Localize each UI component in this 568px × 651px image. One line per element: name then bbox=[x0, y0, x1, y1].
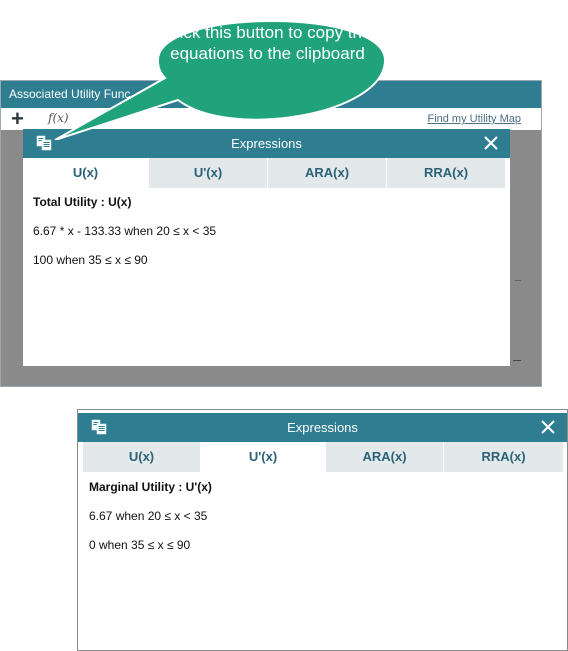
expression-label: Marginal Utility : U'(x) bbox=[89, 480, 212, 494]
tab-ux[interactable]: U(x) bbox=[23, 158, 148, 188]
copy-clipboard-icon[interactable] bbox=[90, 418, 108, 436]
callout-text: Click this button to copy the equations … bbox=[163, 23, 372, 63]
equation-line: 100 when 35 ≤ x ≤ 90 bbox=[33, 253, 148, 267]
dialog-title: Expressions bbox=[287, 420, 358, 435]
tab-ara[interactable]: ARA(x) bbox=[326, 442, 443, 472]
dialog-title: Expressions bbox=[231, 136, 302, 151]
tab-rra[interactable]: RRA(x) bbox=[444, 442, 563, 472]
expressions-dialog-marginal-utility: Expressions U(x) U'(x) ARA(x) RRA(x) Mar… bbox=[77, 409, 568, 651]
expressions-dialog-total-utility: Expressions U(x) U'(x) ARA(x) RRA(x) Tot… bbox=[23, 129, 510, 366]
dialog-header: Expressions bbox=[23, 129, 510, 158]
expression-label: Total Utility : U(x) bbox=[33, 195, 132, 209]
find-utility-map-link[interactable]: Find my Utility Map bbox=[427, 113, 521, 125]
equation-line: 6.67 when 20 ≤ x < 35 bbox=[89, 509, 208, 523]
function-icon[interactable]: f(x) bbox=[48, 111, 69, 125]
expression-content: Total Utility : U(x) 6.67 * x - 133.33 w… bbox=[33, 195, 216, 282]
equation-line: 0 when 35 ≤ x ≤ 90 bbox=[89, 538, 191, 552]
divider bbox=[515, 280, 521, 281]
dialog-header: Expressions bbox=[78, 413, 567, 442]
divider bbox=[513, 360, 521, 361]
window-title: Associated Utility Func bbox=[1, 81, 541, 108]
tab-uprime[interactable]: U'(x) bbox=[149, 158, 267, 188]
tab-bar: U(x) U'(x) ARA(x) RRA(x) bbox=[78, 442, 567, 472]
close-icon[interactable] bbox=[539, 418, 557, 436]
tab-rra[interactable]: RRA(x) bbox=[387, 158, 505, 188]
expression-content: Marginal Utility : U'(x) 6.67 when 20 ≤ … bbox=[89, 480, 212, 567]
add-icon[interactable]: + bbox=[11, 106, 24, 132]
tab-ara[interactable]: ARA(x) bbox=[268, 158, 386, 188]
close-icon[interactable] bbox=[482, 134, 500, 152]
tab-uprime[interactable]: U'(x) bbox=[201, 442, 325, 472]
tab-bar: U(x) U'(x) ARA(x) RRA(x) bbox=[23, 158, 510, 188]
tab-ux[interactable]: U(x) bbox=[83, 442, 200, 472]
equation-line: 6.67 * x - 133.33 when 20 ≤ x < 35 bbox=[33, 224, 217, 238]
toolbar: + f(x) Find my Utility Map bbox=[1, 106, 541, 132]
copy-clipboard-icon[interactable] bbox=[35, 134, 53, 152]
